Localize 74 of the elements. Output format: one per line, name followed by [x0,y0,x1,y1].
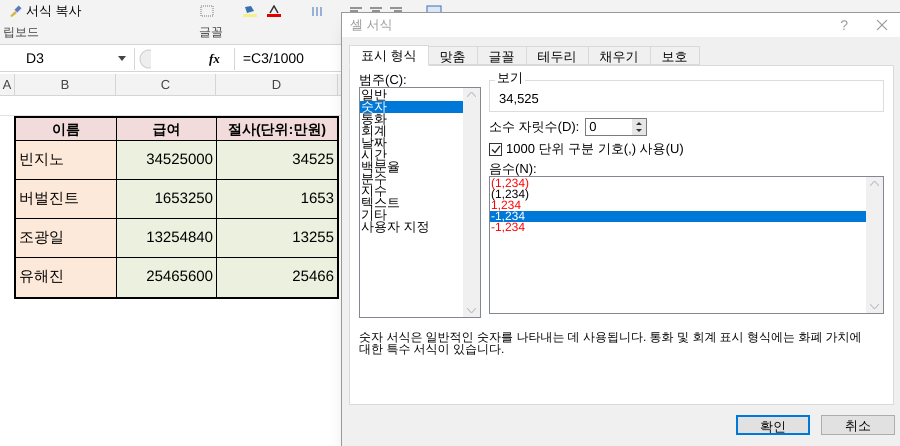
scroll-down-icon[interactable] [467,308,476,313]
table-cell: 유해진 [16,258,117,297]
preview-label: 보기 [495,71,525,85]
dialog-button[interactable]: 확인 [736,415,810,435]
dialog-tab[interactable]: 테두리 [526,46,589,65]
fill-color-icon [242,5,258,17]
font-color-icon [266,5,282,17]
borders-icon [200,5,214,17]
negative-format-item[interactable]: 1,234 [490,200,866,211]
dialog-button[interactable]: 취소 [821,415,895,435]
table-cell: 13255 [217,219,337,257]
header-cell: 이름 [16,118,117,140]
table-cell: 1653 [217,180,337,218]
column-header[interactable]: B [15,74,116,95]
negative-format-item[interactable]: (1,234) [490,178,866,189]
dialog-tab[interactable]: 맞춤 [428,46,478,65]
splitter-handle-icon[interactable] [137,48,151,68]
description-text: 숫자 서식은 일반적인 숫자를 나타내는 데 사용됩니다. 통화 및 회계 표시 형식에는 화폐 가치에 대한 특수 서식이 있습니다. [359,331,863,355]
table-cell: 빈지노 [16,141,117,179]
table-cell: 조광일 [16,219,117,257]
thousands-separator-checkbox[interactable] [489,142,502,156]
table-cell: 13254840 [117,219,217,257]
category-item[interactable]: 날짜 [360,137,463,149]
scrollbar[interactable] [866,177,883,313]
table-cell: 34525 [217,141,337,179]
scrollbar[interactable] [463,88,480,317]
decimal-places-label: 소수 자릿수(D): [489,118,580,136]
format-painter-button[interactable]: 서식 복사 [8,1,82,21]
table-cell: 25466 [217,258,337,297]
scroll-up-icon[interactable] [467,92,476,97]
header-cell: 급여 [117,118,217,140]
dialog-tab[interactable]: 보호 [650,46,700,65]
decimal-places-spinner[interactable]: 0 [585,118,648,136]
column-header[interactable]: C [116,74,216,95]
category-item[interactable]: 지수 [360,185,463,197]
dropdown-arrow-icon [118,56,126,61]
spinner-arrows-icon [632,119,646,135]
table-cell: 34525000 [117,141,217,179]
category-item[interactable]: 사용자 지정 [360,221,463,233]
thousands-separator-label: 1000 단위 구분 기호(,) 사용(U) [506,140,684,158]
category-item[interactable]: 시간 [360,149,463,161]
table-cell: 버벌진트 [16,180,117,218]
negative-format-item[interactable]: -1,234 [490,211,866,222]
name-box[interactable]: D3 [0,48,135,70]
scroll-down-icon[interactable] [870,304,879,309]
preview-value: 34,525 [499,90,539,108]
negative-numbers-label: 음수(N): [489,160,538,176]
group-label: 립보드 [3,24,39,41]
category-item[interactable]: 백분율 [360,161,463,173]
category-item[interactable]: 분수 [360,173,463,185]
category-item[interactable]: 텍스트 [360,197,463,209]
scroll-up-icon[interactable] [870,181,879,186]
column-header[interactable]: D [216,74,338,95]
table-cell: 1653250 [117,180,217,218]
category-item[interactable]: 통화 [360,113,463,125]
negative-format-item[interactable]: -1,234 [490,222,866,233]
function-button[interactable]: fx [209,48,220,68]
window-title: 셀 서식 [350,16,393,34]
category-item[interactable]: 일반 [360,89,463,101]
dialog-tab[interactable]: 표시 형식 [349,45,429,66]
category-item[interactable]: 회계 [360,125,463,137]
negative-format-item[interactable]: (1,234) [490,189,866,200]
dialog-tab[interactable]: 채우기 [588,46,651,65]
dialog-tab[interactable]: 글꼴 [478,46,527,65]
column-header[interactable]: A [0,74,15,95]
paintbrush-icon [8,4,22,18]
group-label: 글꼴 [199,24,223,41]
table-cell: 25465600 [117,258,217,297]
category-item[interactable]: 숫자 [360,101,463,113]
category-item[interactable]: 기타 [360,209,463,221]
close-icon[interactable] [876,19,888,31]
header-cell-text: 절사(단위:만원) [227,120,327,139]
check-icon [490,144,500,154]
category-label: 범주(C): [359,71,408,87]
